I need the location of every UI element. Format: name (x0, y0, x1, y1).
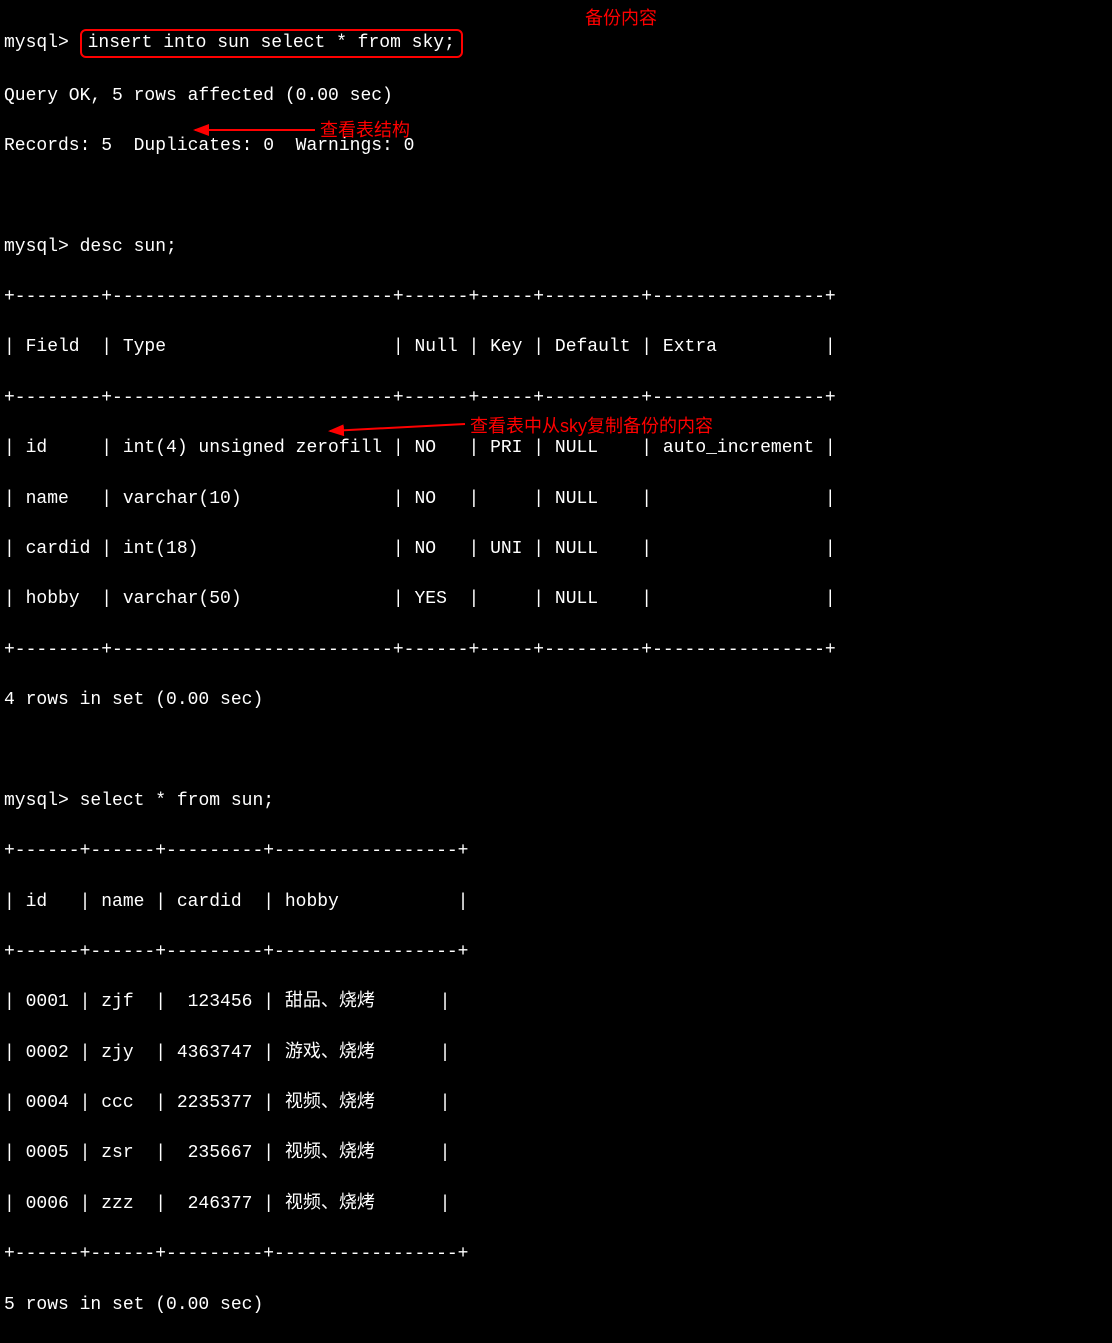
desc-border-top: +--------+--------------------------+---… (4, 285, 1108, 310)
select-border-mid: +------+------+---------+---------------… (4, 940, 1108, 965)
desc-row: | cardid | int(18) | NO | UNI | NULL | | (4, 537, 1108, 562)
mysql-prompt: mysql> (4, 791, 69, 811)
desc-row: | hobby | varchar(50) | YES | | NULL | | (4, 587, 1108, 612)
select-row: | 0004 | ccc | 2235377 | 视频、烧烤 | (4, 1091, 1108, 1116)
insert-command-highlight: insert into sun select * from sky; (80, 29, 463, 58)
command-line-1[interactable]: mysql> insert into sun select * from sky… (4, 29, 1108, 58)
desc-border-mid: +--------+--------------------------+---… (4, 386, 1108, 411)
select-border-top: +------+------+---------+---------------… (4, 839, 1108, 864)
select-row: | 0001 | zjf | 123456 | 甜品、烧烤 | (4, 990, 1108, 1015)
records-line: Records: 5 Duplicates: 0 Warnings: 0 (4, 134, 1108, 159)
mysql-prompt: mysql> (4, 33, 69, 53)
command-line-2[interactable]: mysql> desc sun; (4, 235, 1108, 260)
desc-border-bot: +--------+--------------------------+---… (4, 638, 1108, 663)
annotation-backup: 备份内容 (585, 6, 657, 31)
desc-header: | Field | Type | Null | Key | Default | … (4, 335, 1108, 360)
command-line-3[interactable]: mysql> select * from sun; (4, 789, 1108, 814)
select-row: | 0002 | zjy | 4363747 | 游戏、烧烤 | (4, 1041, 1108, 1066)
desc-row: | name | varchar(10) | NO | | NULL | | (4, 487, 1108, 512)
select-command: select * from sun; (80, 791, 274, 811)
terminal-output: mysql> insert into sun select * from sky… (4, 4, 1108, 1343)
select-header: | id | name | cardid | hobby | (4, 890, 1108, 915)
insert-command: insert into sun select * from sky; (88, 33, 455, 53)
select-row: | 0005 | zsr | 235667 | 视频、烧烤 | (4, 1141, 1108, 1166)
desc-command: desc sun; (80, 237, 177, 257)
desc-row: | id | int(4) unsigned zerofill | NO | P… (4, 436, 1108, 461)
query-ok-line: Query OK, 5 rows affected (0.00 sec) (4, 84, 1108, 109)
annotation-view-content: 查看表中从sky复制备份的内容 (470, 414, 713, 439)
select-footer: 5 rows in set (0.00 sec) (4, 1293, 1108, 1318)
mysql-prompt: mysql> (4, 237, 69, 257)
annotation-structure: 查看表结构 (320, 118, 410, 143)
desc-footer: 4 rows in set (0.00 sec) (4, 688, 1108, 713)
select-border-bot: +------+------+---------+---------------… (4, 1242, 1108, 1267)
select-row: | 0006 | zzz | 246377 | 视频、烧烤 | (4, 1192, 1108, 1217)
